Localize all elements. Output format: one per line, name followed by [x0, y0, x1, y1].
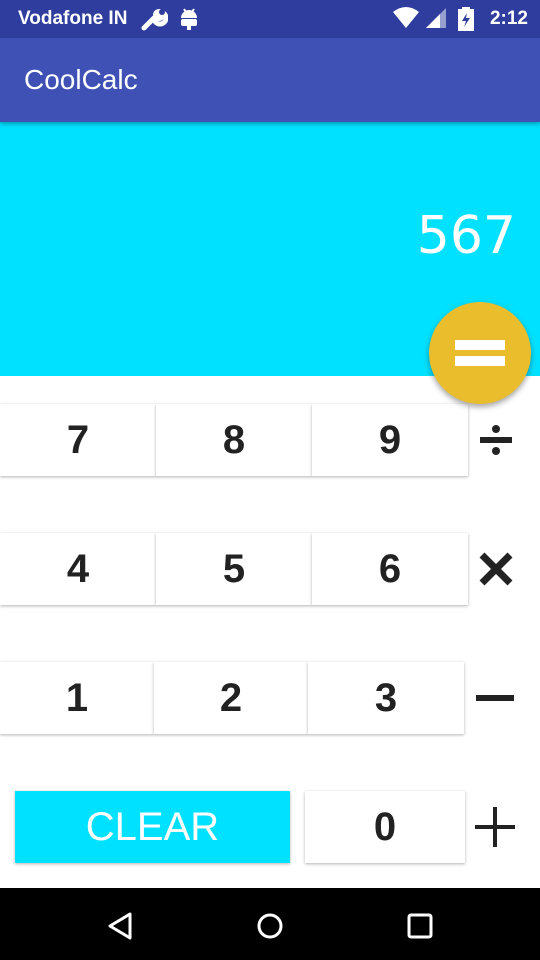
display-value: 567 [416, 206, 516, 266]
navigation-bar [0, 888, 540, 960]
home-icon[interactable] [250, 906, 290, 946]
divide-icon[interactable] [466, 410, 526, 470]
plus-icon[interactable] [464, 797, 524, 857]
digit-4-button[interactable]: 4 [0, 533, 156, 605]
minus-icon[interactable] [464, 668, 524, 728]
app-bar: CoolCalc [0, 38, 540, 122]
carrier-name: Vodafone IN [18, 8, 128, 29]
calculator-app: Vodafone IN 2:12 CoolCalc 567 7 8 9 4 5 … [0, 0, 540, 960]
equals-button[interactable] [429, 302, 531, 404]
digit-3-button[interactable]: 3 [308, 662, 464, 734]
digit-6-button[interactable]: 6 [312, 533, 468, 605]
status-bar: Vodafone IN 2:12 [0, 0, 540, 38]
signal-icon [426, 8, 446, 28]
android-icon [181, 8, 197, 30]
back-icon[interactable] [100, 906, 140, 946]
clear-button[interactable]: CLEAR [15, 791, 290, 863]
app-title: CoolCalc [24, 64, 138, 95]
wifi-icon [393, 7, 419, 28]
wrench-icon [141, 9, 168, 31]
battery-icon [458, 7, 474, 31]
clock: 2:12 [489, 8, 528, 29]
recents-icon[interactable] [400, 906, 440, 946]
digit-5-button[interactable]: 5 [156, 533, 312, 605]
digit-7-button[interactable]: 7 [0, 404, 156, 476]
digit-2-button[interactable]: 2 [154, 662, 308, 734]
digit-9-button[interactable]: 9 [312, 404, 468, 476]
digit-1-button[interactable]: 1 [0, 662, 154, 734]
digit-0-button[interactable]: 0 [305, 791, 465, 863]
digit-8-button[interactable]: 8 [156, 404, 312, 476]
multiply-icon[interactable] [466, 539, 526, 599]
